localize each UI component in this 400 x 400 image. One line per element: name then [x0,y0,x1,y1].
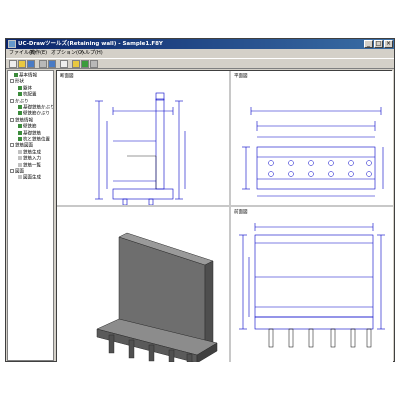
tree-item-label: 鉄筋一覧 [23,163,41,169]
tree-item[interactable]: 基礎鉄筋 [18,130,41,137]
drawing-views: 断面図 平面図 前面図 [56,70,393,362]
tree-item[interactable]: かぶり [10,98,29,105]
tree-item-label: 図面 [15,169,24,175]
tree-item[interactable]: 杭配置 [18,92,37,98]
tree-item[interactable]: 図面 [10,169,24,175]
toolbar [6,58,394,69]
collapse-icon[interactable] [10,143,14,148]
menu-edit[interactable]: 操作(E) [30,50,47,57]
node-icon [18,124,22,129]
node-icon [14,73,18,77]
tree-item-label: 基礎鉄筋 [23,131,41,137]
tree-item[interactable]: 基礎鉄筋かぶり [18,105,54,111]
node-icon [18,92,22,97]
tree-item-label: 形状 [15,79,24,85]
retaining-wall-3d-model [96,232,218,362]
tree-item[interactable]: 基本情報 [14,73,37,79]
tree-item-label: 杭配置 [23,92,37,98]
help-icon[interactable] [72,60,80,68]
tree-item-label: 図面生成 [23,175,41,181]
node-icon [18,162,22,167]
tree-item-label: かぶり [15,99,29,105]
maximize-button[interactable]: □ [374,40,383,48]
app-window: UC-Drawツールズ(Retaining wall) - Sample1.F8… [5,38,395,362]
tree-item[interactable]: 鉄筋一覧 [18,162,41,169]
tree-item-label: 基礎鉄筋かぶり [23,105,54,111]
tree-item[interactable]: 図面生成 [18,175,41,181]
menu-bar: ファイル(F) 操作(E) オプション(O) ヘルプ(H) [6,49,394,58]
tree-item[interactable]: 鉄筋情報 [10,117,33,124]
tree-item-label: 基本情報 [19,73,37,79]
horizontal-splitter[interactable] [57,205,393,207]
vertical-splitter[interactable] [229,71,231,362]
tree-item-label: 鉄筋図面 [15,143,33,149]
plan-drawing [242,107,384,197]
tree-item[interactable]: 形状 [10,79,24,85]
node-icon [18,105,22,109]
node-icon [18,149,22,154]
new-icon[interactable] [9,60,17,68]
node-icon [18,85,22,90]
front-view[interactable]: 前面図 [231,207,393,362]
tree-item-label: 杭と鉄筋位置 [23,137,50,143]
node-icon [18,156,22,161]
title-bar[interactable]: UC-Drawツールズ(Retaining wall) - Sample1.F8… [6,39,394,49]
tree-item[interactable]: 壁鉄筋 [18,124,37,130]
window-title: UC-Drawツールズ(Retaining wall) - Sample1.F8… [18,41,163,47]
side-section-view[interactable]: 断面図 [57,71,229,205]
tree-item-label: 鉄筋入力 [23,156,41,162]
3d-model-view[interactable] [57,207,229,362]
node-icon [18,111,22,116]
tree-item[interactable]: 鉄筋生成 [18,149,41,156]
open-icon[interactable] [18,60,26,68]
menu-options[interactable]: オプション(O) [51,50,84,57]
tree-item-label: 壁鉄筋かぶり [23,111,50,117]
minimize-button[interactable]: _ [364,40,373,48]
node-icon [18,137,22,141]
tree-item[interactable]: 壁鉄筋かぶり [18,111,50,117]
save-icon[interactable] [27,60,35,68]
navigation-tree: 基本情報 形状 躯体 杭配置 かぶり 基礎鉄筋かぶり 壁鉄筋かぶり 鉄筋情報 壁鉄筋 基礎鉄筋 杭と… [7,70,54,361]
tree-item-label: 躯体 [23,86,32,92]
copy-icon[interactable] [60,60,68,68]
node-icon [18,130,22,135]
preview-icon[interactable] [48,60,56,68]
side-section-drawing [95,92,186,205]
collapse-icon[interactable] [10,98,14,103]
front-drawing [239,223,385,348]
tree-item-label: 鉄筋情報 [15,118,33,124]
app-icon [8,40,16,48]
tree-item-label: 壁鉄筋 [23,124,37,130]
tree-item[interactable]: 鉄筋入力 [18,156,41,162]
tree-item[interactable]: 杭と鉄筋位置 [18,137,50,143]
close-button[interactable]: × [384,40,393,48]
collapse-icon[interactable] [10,117,14,122]
collapse-icon[interactable] [10,79,14,84]
collapse-icon[interactable] [10,169,14,173]
print-icon[interactable] [39,60,47,68]
node-icon [18,175,22,180]
tree-item[interactable]: 躯体 [18,85,32,92]
settings-icon[interactable] [90,60,98,68]
info-icon[interactable] [81,60,89,68]
menu-help[interactable]: ヘルプ(H) [80,50,103,57]
tree-item[interactable]: 鉄筋図面 [10,143,33,149]
tree-item-label: 鉄筋生成 [23,150,41,156]
plan-view[interactable]: 平面図 [231,71,393,205]
